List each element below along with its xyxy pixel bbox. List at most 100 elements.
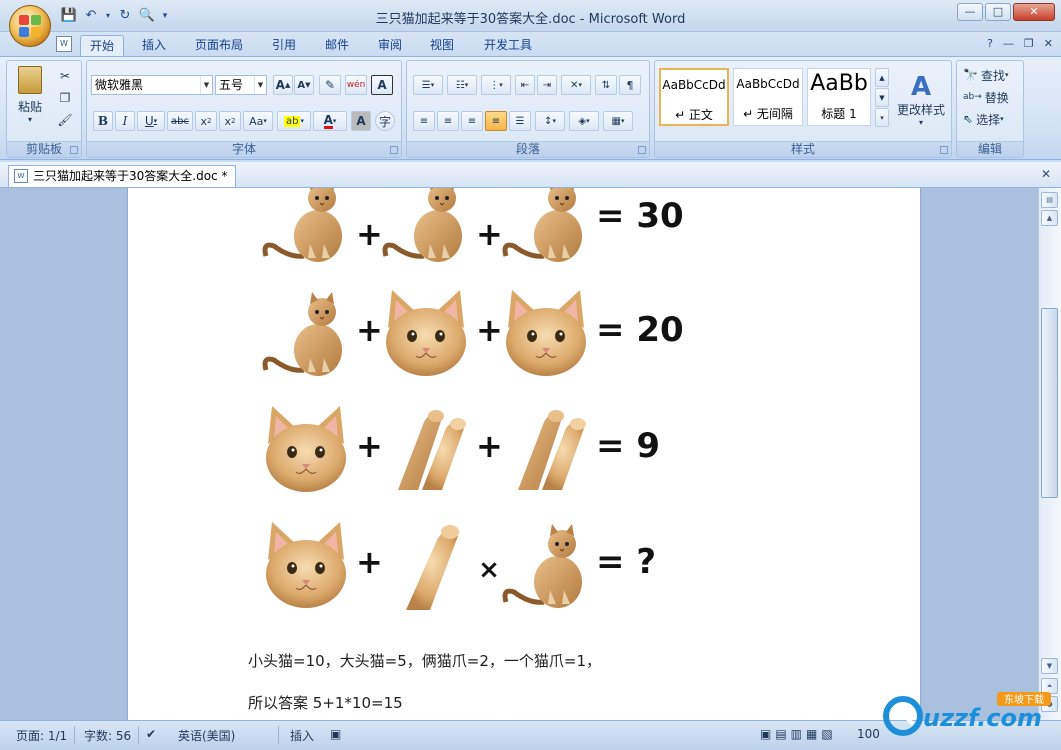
close-button[interactable]: ✕ [1013, 3, 1055, 21]
select-button[interactable]: ⇖ 选择 ▾ [959, 109, 1023, 129]
superscript-icon[interactable]: x2 [219, 111, 241, 131]
find-button[interactable]: 🔭 查找 ▾ [959, 65, 1023, 85]
font-name-combo[interactable]: 微软雅黑 ▼ [91, 75, 213, 95]
shading-icon[interactable]: ◈ ▾ [569, 111, 599, 131]
bold-icon[interactable]: B [93, 111, 113, 131]
zoom-level[interactable]: 100 [857, 727, 880, 741]
styles-launcher-icon[interactable] [940, 146, 948, 154]
align-right-icon[interactable]: ≡ [461, 111, 483, 131]
enclose-characters-icon[interactable]: 字 [375, 111, 395, 131]
show-marks-icon[interactable]: ¶ [619, 75, 641, 95]
style-normal-sample: AaBbCcDd [662, 78, 726, 92]
phonetic-guide-icon[interactable]: wén [345, 75, 367, 95]
change-styles-button[interactable]: A 更改样式 ▾ [893, 63, 949, 137]
tab-developer[interactable]: 开发工具 [475, 35, 541, 56]
strikethrough-icon[interactable]: abc [167, 111, 193, 131]
replace-button[interactable]: ab→ 替换 [959, 87, 1023, 107]
subscript-icon[interactable]: x2 [195, 111, 217, 131]
increase-indent-icon[interactable]: ⇥ [537, 75, 557, 95]
document-tab[interactable]: W 三只猫加起来等于30答案大全.doc * [8, 165, 237, 187]
underline-icon[interactable]: U ▾ [137, 111, 165, 131]
shrink-font-icon[interactable]: A ▼ [294, 75, 314, 95]
styles-scroll-down-icon[interactable]: ▼ [875, 88, 889, 107]
change-case-icon[interactable]: Aa ▾ [243, 111, 273, 131]
page-count[interactable]: 页面: 1/1 [16, 727, 67, 744]
justify-icon[interactable]: ≡ [485, 111, 507, 131]
align-left-icon[interactable]: ≡ [413, 111, 435, 131]
multilevel-list-icon[interactable]: ⋮ ▾ [481, 75, 511, 95]
font-size-dropdown-icon[interactable]: ▼ [254, 76, 266, 94]
styles-more-icon[interactable]: ▾ [875, 108, 889, 127]
tab-view[interactable]: 视图 [421, 35, 463, 56]
small-cat-image [260, 286, 352, 378]
status-separator [278, 726, 279, 744]
document-mini-icon[interactable]: W [56, 36, 72, 52]
borders-icon[interactable]: ▦ ▾ [603, 111, 633, 131]
line-spacing-icon[interactable]: ↕ ▾ [535, 111, 565, 131]
clipboard-launcher-icon[interactable] [70, 146, 78, 154]
chinese-layout-icon[interactable]: ✕ ▾ [561, 75, 591, 95]
office-button[interactable] [9, 5, 51, 47]
style-no-spacing-sample: AaBbCcDd [736, 77, 800, 91]
tab-home[interactable]: 开始 [80, 35, 125, 56]
grow-font-icon[interactable]: A ▲ [273, 75, 293, 95]
maximize-button[interactable]: □ [985, 3, 1011, 21]
style-normal[interactable]: AaBbCcDd ↵ 正文 [659, 68, 729, 126]
tab-page-layout[interactable]: 页面布局 [186, 35, 252, 56]
doc-minimize-icon[interactable]: — [1003, 37, 1014, 50]
paragraph-group-label: 段落 [407, 141, 649, 157]
scroll-thumb[interactable] [1041, 308, 1058, 498]
sort-icon[interactable]: ⇅ [595, 75, 617, 95]
vertical-scrollbar[interactable]: ▤ ▲ ▼ ⏶ ● [1038, 188, 1061, 720]
highlight-icon[interactable]: ab ▾ [277, 111, 311, 131]
multiply-sign: × [478, 555, 500, 585]
character-border-icon[interactable]: A [371, 75, 393, 95]
bullets-icon[interactable]: ☰ ▾ [413, 75, 443, 95]
view-buttons-icon[interactable]: ▣▤▥▦▧ [760, 727, 837, 741]
clear-format-icon[interactable]: ✎ [319, 75, 341, 95]
document-page[interactable]: + + = 30 + + = 20 + + = 9 + × = ? 小头猫=10… [127, 188, 921, 720]
style-no-spacing[interactable]: AaBbCcDd ↵ 无间隔 [733, 68, 803, 126]
distributed-icon[interactable]: ☰ [509, 111, 531, 131]
align-center-icon[interactable]: ≡ [437, 111, 459, 131]
italic-icon[interactable]: I [115, 111, 135, 131]
font-color-icon[interactable]: A ▾ [313, 111, 347, 131]
decrease-indent-icon[interactable]: ⇤ [515, 75, 535, 95]
format-painter-icon[interactable]: 🖌 [55, 111, 75, 129]
font-launcher-icon[interactable] [390, 146, 398, 154]
paste-button[interactable]: 粘贴 ▾ [13, 65, 47, 125]
tab-review[interactable]: 审阅 [369, 35, 411, 56]
scroll-up-icon[interactable]: ▲ [1041, 210, 1058, 226]
help-icon[interactable]: ? [987, 37, 993, 50]
proofing-icon[interactable]: ✔ [146, 727, 156, 741]
word-count[interactable]: 字数: 56 [84, 727, 131, 744]
macro-record-icon[interactable]: ▣ [330, 727, 341, 741]
tab-mailings[interactable]: 邮件 [316, 35, 358, 56]
plus-sign: + [356, 543, 383, 581]
font-size-combo[interactable]: 五号 ▼ [215, 75, 267, 95]
paragraph-launcher-icon[interactable] [638, 146, 646, 154]
doc-close-icon[interactable]: ✕ [1044, 37, 1053, 50]
language-indicator[interactable]: 英语(美国) [178, 727, 235, 744]
cut-icon[interactable]: ✂ [55, 67, 75, 85]
numbering-icon[interactable]: ☷ ▾ [447, 75, 477, 95]
style-heading-1[interactable]: AaBb 标题 1 [807, 68, 871, 126]
minimize-button[interactable]: — [957, 3, 983, 21]
watermark-tag: 东坡下载 [1004, 693, 1044, 706]
character-shading-icon[interactable]: A [351, 111, 371, 131]
document-workspace[interactable]: + + = 30 + + = 20 + + = 9 + × = ? 小头猫=10… [0, 188, 1038, 720]
styles-scroll-up-icon[interactable]: ▲ [875, 68, 889, 87]
copy-icon[interactable]: ❐ [55, 89, 75, 107]
doc-restore-icon[interactable]: ❐ [1024, 37, 1034, 50]
ruler-toggle-icon[interactable]: ▤ [1041, 192, 1058, 208]
big-cat-head-image [505, 289, 587, 377]
tab-references[interactable]: 引用 [263, 35, 305, 56]
tab-insert[interactable]: 插入 [133, 35, 175, 56]
change-styles-label: 更改样式 [896, 103, 945, 117]
insert-mode-indicator[interactable]: 插入 [290, 727, 314, 744]
close-document-icon[interactable]: ✕ [1041, 167, 1051, 181]
scroll-down-icon[interactable]: ▼ [1041, 658, 1058, 674]
change-styles-dropdown-icon: ▾ [918, 118, 923, 127]
window-title: 三只猫加起来等于30答案大全.doc - Microsoft Word [375, 12, 686, 27]
font-name-dropdown-icon[interactable]: ▼ [200, 76, 212, 94]
